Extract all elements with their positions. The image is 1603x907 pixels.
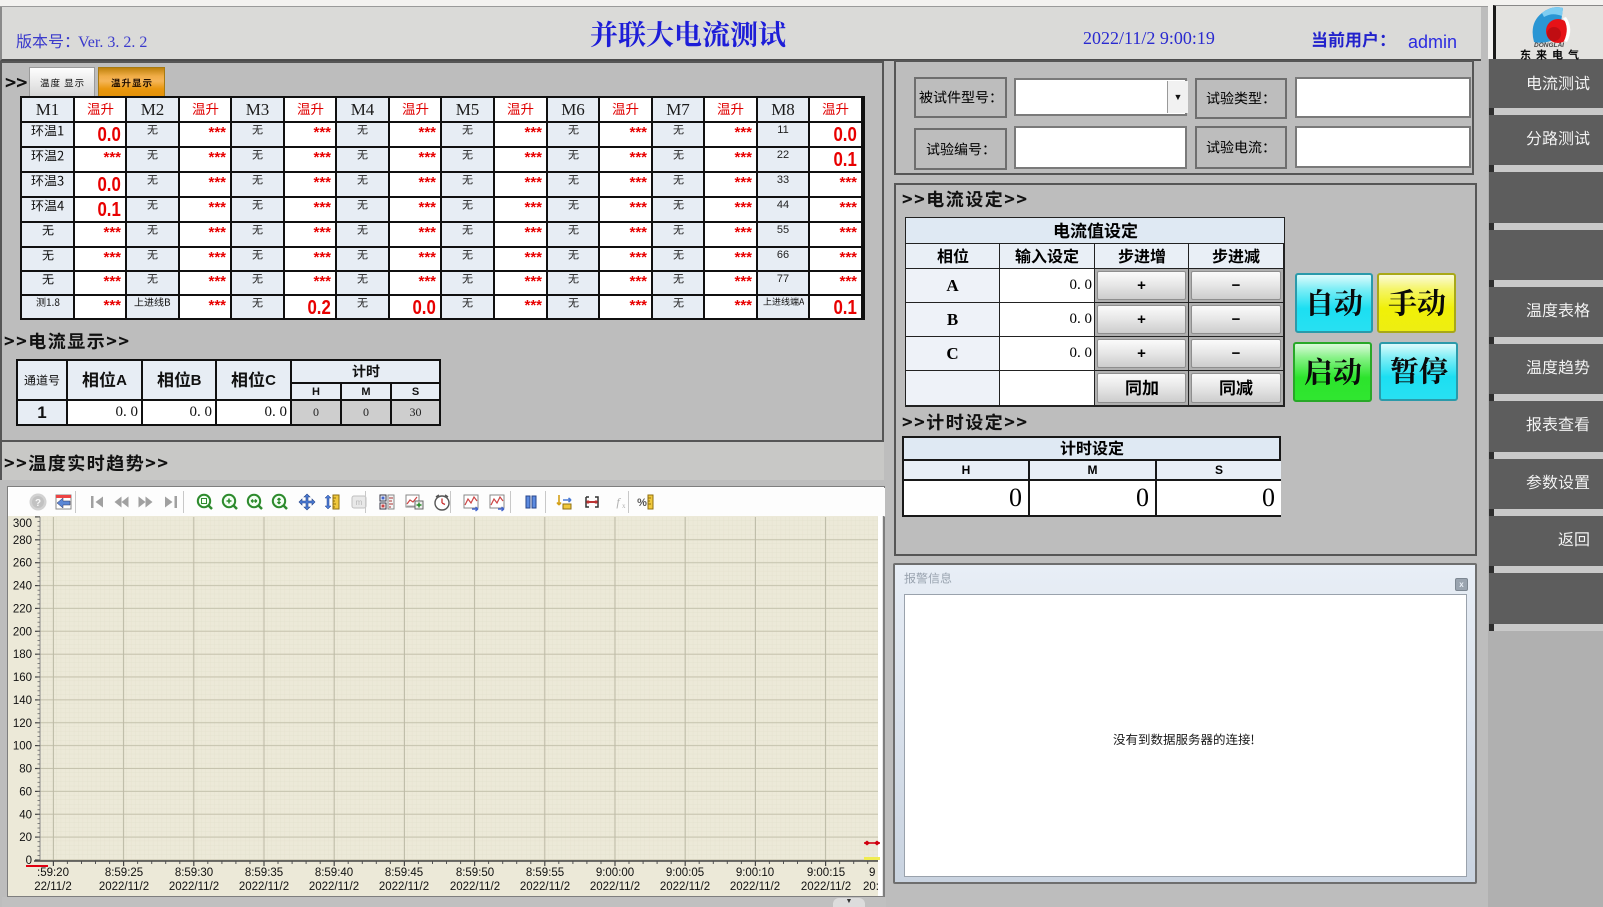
svg-text:20:: 20: — [863, 881, 879, 893]
svg-text:9:00:00: 9:00:00 — [596, 867, 634, 879]
svg-text:9: 9 — [869, 867, 875, 879]
svg-text:2022/11/2: 2022/11/2 — [520, 881, 570, 893]
svg-text:?: ? — [35, 498, 41, 509]
svg-text:20: 20 — [19, 832, 32, 844]
svg-text:240: 240 — [13, 581, 32, 593]
svg-text:%: % — [637, 497, 647, 509]
svg-text:60: 60 — [19, 786, 32, 798]
svg-text:8:59:40: 8:59:40 — [315, 867, 353, 879]
svg-text:200: 200 — [13, 626, 32, 638]
svg-text:120: 120 — [13, 718, 32, 730]
svg-text:180: 180 — [13, 649, 32, 661]
svg-text:x: x — [622, 502, 626, 510]
svg-text:2022/11/2: 2022/11/2 — [379, 881, 429, 893]
svg-text:2022/11/2: 2022/11/2 — [730, 881, 780, 893]
svg-text:8:59:30: 8:59:30 — [175, 867, 213, 879]
svg-text:220: 220 — [13, 603, 32, 615]
svg-text:22/11/2: 22/11/2 — [34, 881, 72, 893]
svg-text:160: 160 — [13, 672, 32, 684]
svg-text:2022/11/2: 2022/11/2 — [99, 881, 149, 893]
svg-text:2022/11/2: 2022/11/2 — [309, 881, 359, 893]
svg-text:9:00:10: 9:00:10 — [736, 867, 774, 879]
svg-text::59:20: :59:20 — [37, 867, 69, 879]
svg-text:80: 80 — [19, 764, 32, 776]
svg-text:2022/11/2: 2022/11/2 — [450, 881, 500, 893]
svg-text:8:59:50: 8:59:50 — [456, 867, 494, 879]
svg-text:2022/11/2: 2022/11/2 — [660, 881, 710, 893]
svg-text:DONGLAI: DONGLAI — [1534, 42, 1564, 49]
svg-text:2022/11/2: 2022/11/2 — [590, 881, 640, 893]
svg-text:280: 280 — [13, 535, 32, 547]
svg-text:260: 260 — [13, 558, 32, 570]
svg-text:40: 40 — [19, 809, 32, 821]
svg-text:300: 300 — [13, 518, 32, 530]
svg-text:2022/11/2: 2022/11/2 — [239, 881, 289, 893]
svg-text:9:00:05: 9:00:05 — [666, 867, 704, 879]
svg-text:8:59:45: 8:59:45 — [385, 867, 423, 879]
svg-text:9:00:15: 9:00:15 — [807, 867, 845, 879]
svg-text:2022/11/2: 2022/11/2 — [169, 881, 219, 893]
svg-text:100: 100 — [13, 741, 32, 753]
svg-text:f: f — [616, 495, 621, 509]
svg-text:8:59:55: 8:59:55 — [526, 867, 564, 879]
svg-text:8:59:25: 8:59:25 — [105, 867, 143, 879]
svg-text:m: m — [356, 498, 363, 507]
svg-text:2022/11/2: 2022/11/2 — [801, 881, 851, 893]
svg-text:140: 140 — [13, 695, 32, 707]
svg-text:8:59:35: 8:59:35 — [245, 867, 283, 879]
